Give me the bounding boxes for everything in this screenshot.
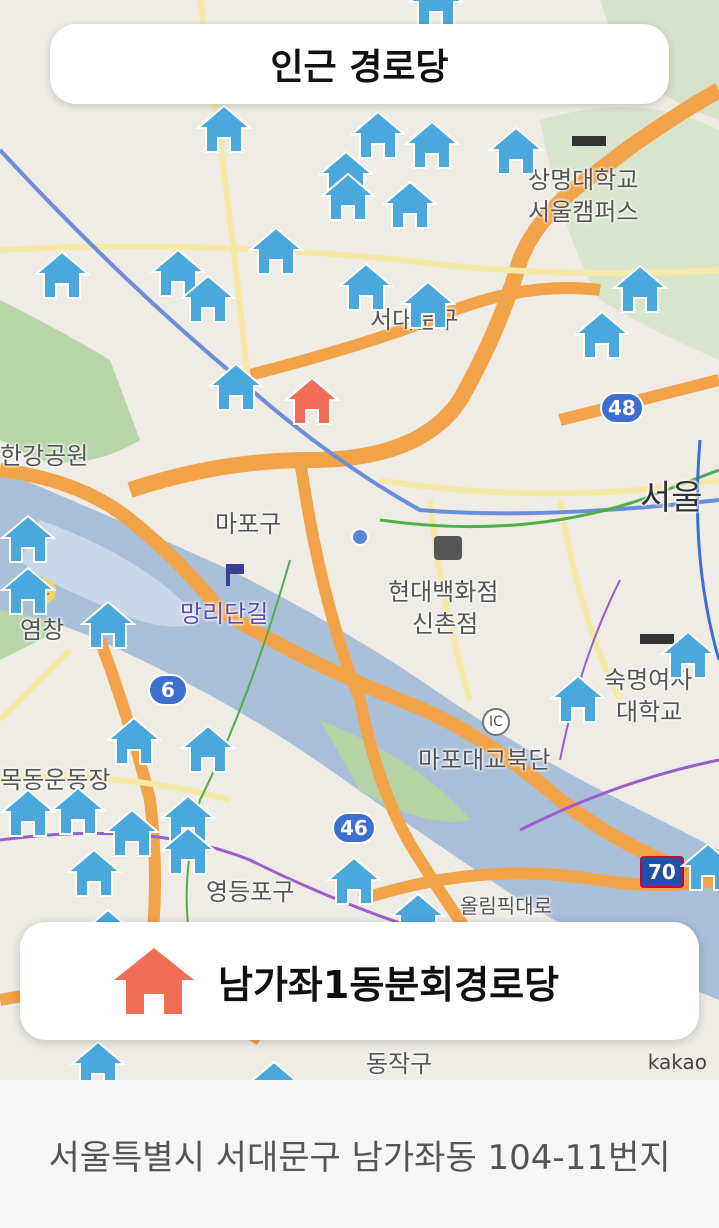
- label-dongjak: 동작구: [366, 1050, 433, 1078]
- label-mangri: 망리단길: [180, 600, 269, 628]
- house-marker-icon[interactable]: [0, 566, 56, 616]
- header-card: 인근 경로당: [50, 24, 669, 104]
- label-hyundai-2: 신촌점: [412, 610, 479, 638]
- house-marker-icon[interactable]: [50, 786, 106, 836]
- university-cap-icon: [572, 124, 606, 146]
- house-marker-icon[interactable]: [66, 848, 122, 898]
- address-bar: 서울특별시 서대문구 남가좌동 104-11번지: [0, 1080, 719, 1228]
- house-marker-icon[interactable]: [208, 362, 264, 412]
- house-marker-icon[interactable]: [612, 264, 668, 314]
- house-marker-icon[interactable]: [326, 856, 382, 906]
- house-marker-icon[interactable]: [550, 674, 606, 724]
- label-seoul: 서울: [640, 478, 703, 518]
- label-sangmyung-1: 상명대학교: [528, 166, 639, 194]
- house-marker-icon[interactable]: [180, 724, 236, 774]
- house-marker-icon[interactable]: [680, 842, 719, 892]
- label-mapo: 마포구: [215, 510, 282, 538]
- map-view[interactable]: 상명대학교 서울캠퍼스 서대문구 한강공원 마포구 현대백화점 신촌점 망리단길…: [0, 0, 719, 1080]
- address-text: 서울특별시 서대문구 남가좌동 104-11번지: [48, 1137, 671, 1178]
- label-hyundai-1: 현대백화점: [388, 578, 499, 606]
- house-marker-icon[interactable]: [400, 280, 456, 330]
- label-yeongdeungpo: 영등포구: [206, 878, 295, 906]
- house-marker-icon[interactable]: [488, 126, 544, 176]
- house-marker-icon[interactable]: [80, 600, 136, 650]
- road-badge-46: 46: [332, 812, 376, 844]
- label-sookmyung-2: 대학교: [616, 698, 683, 726]
- house-marker-icon[interactable]: [0, 514, 56, 564]
- house-marker-icon[interactable]: [338, 262, 394, 312]
- road-badge-48: 48: [600, 392, 644, 424]
- selected-center-card[interactable]: 남가좌1동분회경로당: [20, 922, 699, 1040]
- house-marker-icon[interactable]: [160, 826, 216, 876]
- selected-house-marker-icon[interactable]: [284, 376, 340, 426]
- house-marker-icon[interactable]: [34, 250, 90, 300]
- house-marker-icon[interactable]: [70, 1040, 126, 1080]
- house-marker-icon[interactable]: [248, 226, 304, 276]
- page-title: 인근 경로당: [270, 47, 449, 88]
- house-marker-icon[interactable]: [320, 172, 376, 222]
- road-badge-6: 6: [148, 674, 188, 706]
- house-marker-icon[interactable]: [180, 274, 236, 324]
- kakao-attribution: kakao: [647, 1050, 707, 1074]
- label-mapo-bridge: 마포대교북단: [418, 746, 551, 774]
- selected-center-name: 남가좌1동분회경로당: [218, 962, 560, 1007]
- house-icon: [114, 948, 194, 1014]
- house-marker-icon[interactable]: [0, 788, 56, 838]
- label-hangang-park: 한강공원: [0, 442, 89, 470]
- road-badge-70: 70: [640, 856, 684, 888]
- house-marker-icon[interactable]: [660, 630, 716, 680]
- label-sangmyung-2: 서울캠퍼스: [528, 198, 639, 226]
- flag-icon: [226, 564, 244, 586]
- shopping-bag-icon: [434, 536, 462, 560]
- house-marker-icon[interactable]: [196, 104, 252, 154]
- ic-icon: IC: [482, 708, 510, 736]
- label-olympic: 올림픽대로: [460, 894, 552, 918]
- house-marker-icon[interactable]: [106, 716, 162, 766]
- house-marker-icon[interactable]: [574, 310, 630, 360]
- house-marker-icon[interactable]: [382, 180, 438, 230]
- house-marker-icon[interactable]: [246, 1060, 302, 1080]
- house-marker-icon[interactable]: [404, 120, 460, 170]
